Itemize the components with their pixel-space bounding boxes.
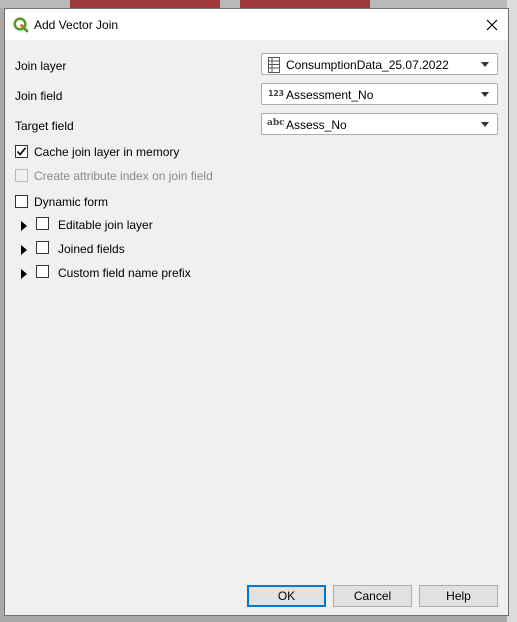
chevron-down-icon [481, 62, 489, 67]
attribute-index-label: Create attribute index on join field [34, 169, 213, 183]
target-field-value: Assess_No [286, 118, 347, 132]
join-field-label: Join field [15, 89, 63, 103]
help-button[interactable]: Help [419, 585, 498, 607]
add-vector-join-dialog: Add Vector Join Join layer ConsumptionDa… [4, 8, 509, 616]
integer-field-icon: 123 [267, 87, 284, 101]
background-map-area [70, 0, 220, 8]
close-button[interactable] [476, 9, 508, 40]
background-map-area [240, 0, 370, 8]
title-bar: Add Vector Join [5, 9, 508, 40]
dialog-title: Add Vector Join [34, 18, 119, 32]
chevron-down-icon [481, 122, 489, 127]
cache-join-layer-label: Cache join layer in memory [34, 145, 180, 159]
close-icon [486, 19, 498, 30]
table-icon [267, 57, 283, 73]
integer-field-badge: 123 [268, 89, 284, 98]
join-layer-label: Join layer [15, 59, 67, 73]
join-layer-combo[interactable]: ConsumptionData_25.07.2022 [261, 53, 498, 75]
target-field-label: Target field [15, 119, 74, 133]
expand-arrow-icon[interactable] [21, 245, 27, 255]
cache-join-layer-checkbox[interactable] [15, 145, 28, 158]
attribute-index-checkbox[interactable] [15, 169, 28, 182]
target-field-combo[interactable]: abc Assess_No [261, 113, 498, 135]
text-field-icon: abc [267, 117, 285, 131]
join-layer-value: ConsumptionData_25.07.2022 [286, 58, 449, 72]
joined-fields-label: Joined fields [58, 242, 125, 256]
custom-prefix-label: Custom field name prefix [58, 266, 191, 280]
expand-arrow-icon[interactable] [21, 269, 27, 279]
dynamic-form-checkbox[interactable] [15, 195, 28, 208]
custom-prefix-checkbox[interactable] [36, 265, 49, 278]
ok-button[interactable]: OK [247, 585, 326, 607]
cancel-button[interactable]: Cancel [333, 585, 412, 607]
dynamic-form-label: Dynamic form [34, 195, 109, 209]
editable-join-layer-checkbox[interactable] [36, 217, 49, 230]
qgis-logo-icon [13, 17, 29, 33]
joined-fields-checkbox[interactable] [36, 241, 49, 254]
checkmark-icon [16, 147, 27, 156]
chevron-down-icon [481, 92, 489, 97]
join-field-value: Assessment_No [286, 88, 374, 102]
editable-join-layer-label: Editable join layer [58, 218, 153, 232]
join-field-combo[interactable]: 123 Assessment_No [261, 83, 498, 105]
expand-arrow-icon[interactable] [21, 221, 27, 231]
text-field-badge: abc [267, 118, 285, 128]
